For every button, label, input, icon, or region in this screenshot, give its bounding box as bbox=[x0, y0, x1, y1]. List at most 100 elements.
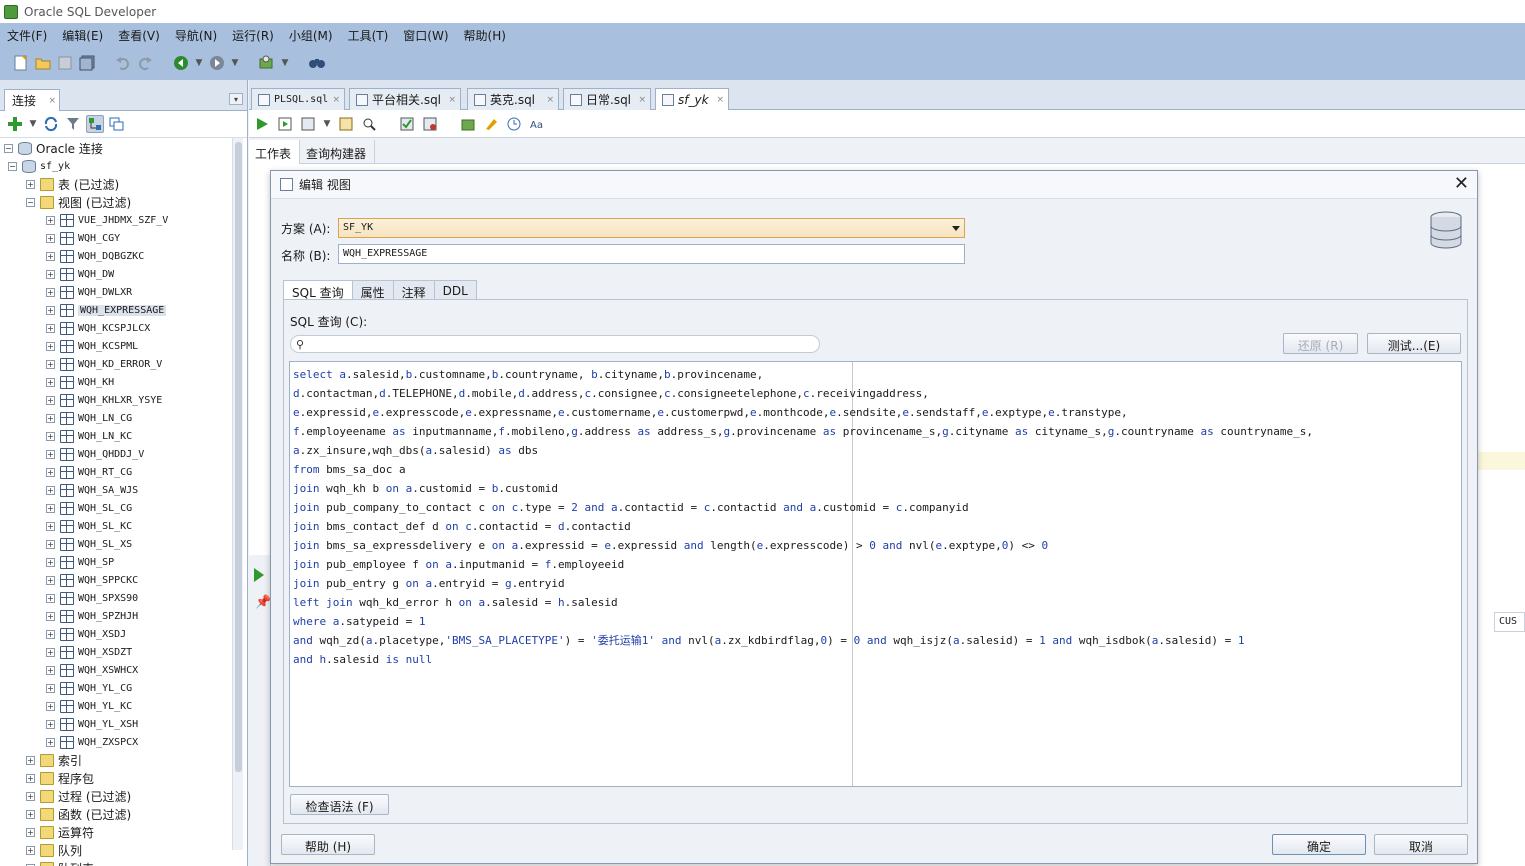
tree-view-item[interactable]: + WQH_EXPRESSAGE bbox=[46, 301, 167, 319]
collapse-icon[interactable]: − bbox=[26, 197, 35, 207]
tree-view-item[interactable]: + WQH_DW bbox=[46, 265, 114, 283]
tree-view-item[interactable]: + WQH_KCSPJLCX bbox=[46, 319, 150, 337]
tab-plsql[interactable]: PLSQL.sql × bbox=[251, 88, 345, 110]
expand-icon[interactable]: + bbox=[46, 467, 55, 477]
menu-team[interactable]: 小组(M) bbox=[289, 27, 333, 44]
menu-run[interactable]: 运行(R) bbox=[232, 27, 274, 44]
back-icon[interactable] bbox=[172, 54, 190, 72]
sql-history-icon[interactable] bbox=[505, 115, 523, 133]
expand-icon[interactable]: + bbox=[46, 683, 55, 693]
format-icon[interactable]: Aa bbox=[528, 115, 546, 133]
expand-icon[interactable]: + bbox=[46, 629, 55, 639]
tab-sql-query[interactable]: SQL 查询 bbox=[283, 280, 353, 300]
expand-icon[interactable]: + bbox=[46, 449, 55, 459]
expand-icon[interactable]: + bbox=[46, 611, 55, 621]
tree-view-item[interactable]: + WQH_CGY bbox=[46, 229, 120, 247]
expand-icon[interactable]: + bbox=[46, 539, 55, 549]
menu-navigate[interactable]: 导航(N) bbox=[175, 27, 217, 44]
tree-node[interactable]: + 函数 (已过滤) bbox=[26, 805, 131, 823]
autotrace-icon[interactable] bbox=[299, 115, 317, 133]
sql-editor[interactable]: select a.salesid,b.customname,b.countryn… bbox=[289, 361, 1462, 787]
tab-properties[interactable]: 属性 bbox=[352, 280, 394, 300]
close-icon[interactable]: × bbox=[48, 96, 56, 106]
search-input[interactable]: ⚲ bbox=[290, 335, 820, 353]
close-icon[interactable]: × bbox=[448, 95, 456, 105]
close-icon[interactable]: × bbox=[638, 95, 646, 105]
tree-view-item[interactable]: + WQH_SL_KC bbox=[46, 517, 132, 535]
close-icon[interactable]: ✕ bbox=[1454, 175, 1469, 193]
pin-icon[interactable]: 📌 bbox=[255, 595, 271, 610]
tree-view-item[interactable]: + WQH_DWLXR bbox=[46, 283, 132, 301]
tree-view-item[interactable]: + WQH_YL_CG bbox=[46, 679, 132, 697]
close-icon[interactable]: × bbox=[716, 95, 724, 105]
revert-button[interactable]: 还原 (R) bbox=[1283, 333, 1358, 354]
tab-ddl[interactable]: DDL bbox=[434, 280, 477, 300]
tree-view-item[interactable]: + WQH_LN_KC bbox=[46, 427, 132, 445]
run-dropdown-icon[interactable]: ▼ bbox=[280, 58, 290, 68]
test-button[interactable]: 测试...(E) bbox=[1367, 333, 1461, 354]
tree-node[interactable]: + 过程 (已过滤) bbox=[26, 787, 131, 805]
add-connection-dropdown-icon[interactable]: ▼ bbox=[28, 119, 38, 129]
tab-worksheet[interactable]: 工作表 bbox=[249, 140, 301, 164]
forward-icon[interactable] bbox=[208, 54, 226, 72]
expand-icon[interactable]: + bbox=[46, 305, 55, 315]
collapse-icon[interactable]: − bbox=[4, 143, 13, 153]
expand-icon[interactable]: + bbox=[46, 269, 55, 279]
expand-icon[interactable]: + bbox=[46, 233, 55, 243]
tree-view-item[interactable]: + WQH_SPPCKC bbox=[46, 571, 138, 589]
add-connection-icon[interactable] bbox=[6, 115, 24, 133]
menu-tools[interactable]: 工具(T) bbox=[348, 27, 389, 44]
tree-scrollbar-thumb[interactable] bbox=[235, 142, 242, 772]
expand-icon[interactable]: + bbox=[46, 431, 55, 441]
expand-icon[interactable]: + bbox=[46, 737, 55, 747]
tree-view-item[interactable]: + WQH_SPXS90 bbox=[46, 589, 138, 607]
autotrace-dropdown-icon[interactable]: ▼ bbox=[322, 119, 332, 129]
check-syntax-button[interactable]: 检查语法 (F) bbox=[290, 794, 389, 815]
schema-select[interactable]: SF_YK bbox=[338, 218, 965, 238]
expand-icon[interactable]: + bbox=[46, 647, 55, 657]
expand-icon[interactable]: + bbox=[26, 809, 35, 819]
tree-view-item[interactable]: + WQH_ZXSPCX bbox=[46, 733, 138, 751]
menu-help[interactable]: 帮助(H) bbox=[464, 27, 506, 44]
expand-icon[interactable]: + bbox=[46, 359, 55, 369]
refresh-icon[interactable] bbox=[42, 115, 60, 133]
expand-icon[interactable]: + bbox=[26, 827, 35, 837]
forward-dropdown-icon[interactable]: ▼ bbox=[230, 58, 240, 68]
undo-icon[interactable] bbox=[114, 54, 132, 72]
sql-tuning-icon[interactable] bbox=[459, 115, 477, 133]
view-name-field[interactable]: WQH_EXPRESSAGE bbox=[338, 244, 965, 264]
tree-node[interactable]: + 队列 bbox=[26, 841, 82, 859]
tree-connection-sf-yk[interactable]: − sf_yk bbox=[8, 157, 70, 175]
tree-view-item[interactable]: + WQH_YL_KC bbox=[46, 697, 132, 715]
tab-sf-yk[interactable]: sf_yk × bbox=[655, 88, 729, 110]
rollback-icon[interactable] bbox=[421, 115, 439, 133]
tree-scrollbar[interactable] bbox=[232, 138, 243, 850]
tree-view-item[interactable]: + VUE_JHDMX_SZF_V bbox=[46, 211, 168, 229]
close-icon[interactable]: × bbox=[332, 95, 340, 105]
tree-node[interactable]: + 索引 bbox=[26, 751, 82, 769]
help-button[interactable]: 帮助 (H) bbox=[281, 834, 375, 855]
tree-view-item[interactable]: + WQH_XSWHCX bbox=[46, 661, 138, 679]
expand-icon[interactable]: + bbox=[46, 485, 55, 495]
tree-view-item[interactable]: + WQH_RT_CG bbox=[46, 463, 132, 481]
tree-view-item[interactable]: + WQH_SA_WJS bbox=[46, 481, 138, 499]
menu-view[interactable]: 查看(V) bbox=[118, 27, 160, 44]
tree-view-item[interactable]: + WQH_XSDZT bbox=[46, 643, 132, 661]
close-icon[interactable]: × bbox=[546, 95, 554, 105]
tree-view-item[interactable]: + WQH_SP bbox=[46, 553, 114, 571]
tab-query-builder[interactable]: 查询构建器 bbox=[300, 140, 376, 164]
expand-icon[interactable]: + bbox=[46, 323, 55, 333]
expand-icon[interactable]: + bbox=[46, 395, 55, 405]
tree-view-item[interactable]: + WQH_QHDDJ_V bbox=[46, 445, 144, 463]
run-script-icon[interactable] bbox=[276, 115, 294, 133]
cancel-button[interactable]: 取消 bbox=[1374, 834, 1468, 855]
redo-icon[interactable] bbox=[136, 54, 154, 72]
tree-view-item[interactable]: + WQH_YL_XSH bbox=[46, 715, 138, 733]
schema-browser-icon[interactable] bbox=[86, 115, 104, 133]
run-icon[interactable] bbox=[258, 54, 276, 72]
open-folder-icon[interactable] bbox=[34, 54, 52, 72]
tree-view-item[interactable]: + WQH_KHLXR_YSYE bbox=[46, 391, 162, 409]
explain-detail-icon[interactable] bbox=[360, 115, 378, 133]
tree-node[interactable]: + 程序包 bbox=[26, 769, 94, 787]
tree-view-item[interactable]: + WQH_LN_CG bbox=[46, 409, 132, 427]
